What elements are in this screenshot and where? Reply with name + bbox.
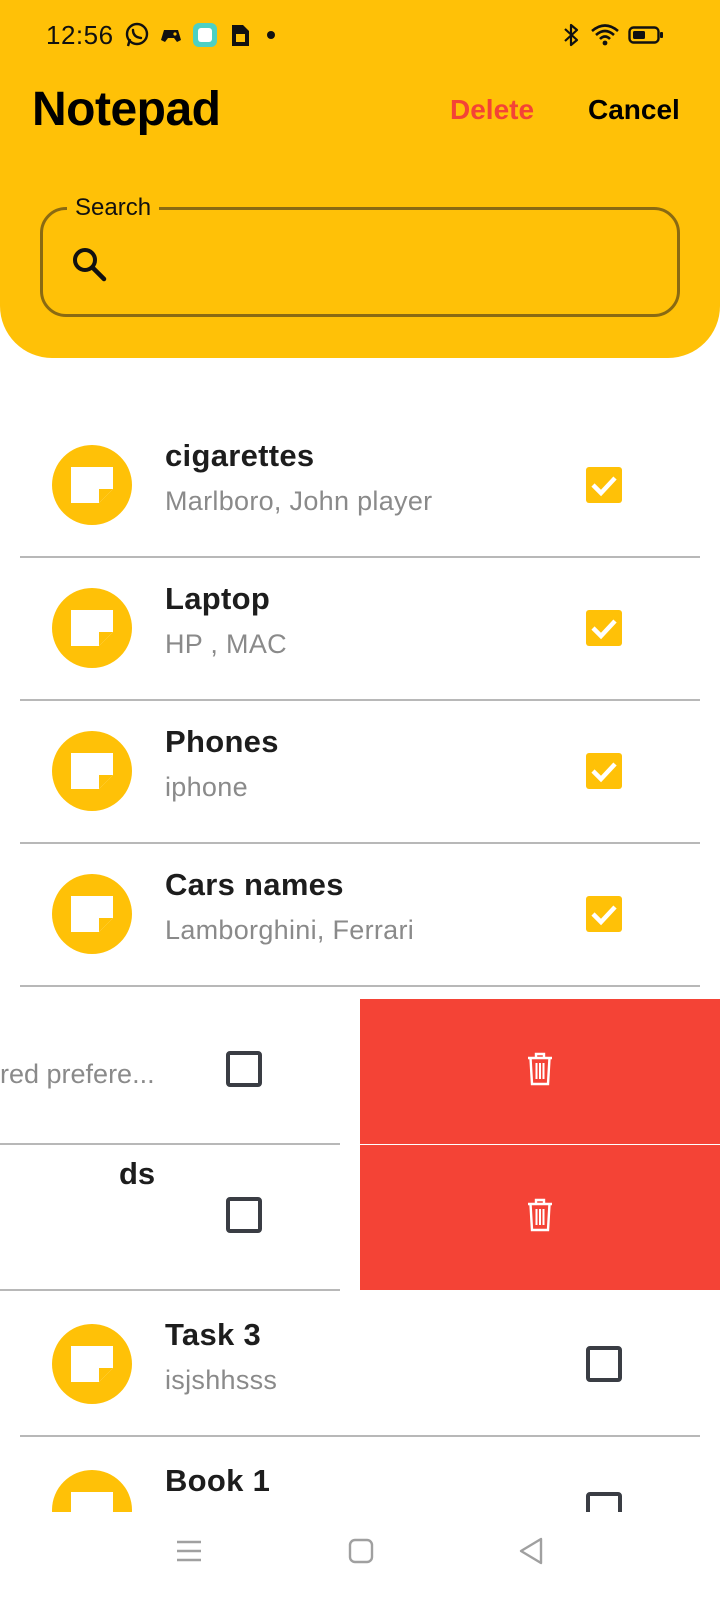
note-icon-circle bbox=[52, 731, 132, 811]
note-subtitle: Lamborghini, Ferrari bbox=[165, 915, 415, 945]
swiped-note-row[interactable]: ds bbox=[0, 1145, 720, 1291]
note-title: cigarettes bbox=[165, 438, 315, 473]
note-checkbox[interactable] bbox=[586, 1346, 622, 1382]
system-nav-bar bbox=[0, 1512, 720, 1600]
note-title: Laptop bbox=[165, 581, 271, 616]
divider bbox=[20, 985, 700, 987]
note-icon-circle bbox=[52, 1324, 132, 1404]
home-square-icon[interactable] bbox=[346, 1536, 376, 1566]
note-checkbox[interactable] bbox=[586, 467, 622, 503]
swiped-note-row[interactable]: red prefere... bbox=[0, 999, 720, 1145]
note-icon-circle bbox=[52, 588, 132, 668]
note-subtitle: red prefere... bbox=[0, 1059, 155, 1089]
swiped-note-content[interactable]: ds bbox=[0, 1145, 360, 1291]
note-row[interactable]: cigarettes Marlboro, John player bbox=[0, 412, 720, 558]
note-title: Cars names bbox=[165, 867, 344, 902]
note-icon bbox=[71, 1346, 113, 1382]
note-icon-circle bbox=[52, 445, 132, 525]
note-subtitle: Marlboro, John player bbox=[165, 486, 433, 516]
note-row[interactable]: Phones iphone bbox=[0, 698, 720, 844]
delete-action[interactable] bbox=[360, 999, 720, 1144]
swiped-note-content[interactable]: red prefere... bbox=[0, 999, 360, 1145]
back-triangle-icon[interactable] bbox=[516, 1536, 546, 1566]
note-title: Task 3 bbox=[165, 1317, 262, 1352]
note-icon bbox=[71, 896, 113, 932]
note-icon bbox=[71, 610, 113, 646]
note-checkbox[interactable] bbox=[586, 1492, 622, 1512]
note-icon bbox=[71, 753, 113, 789]
delete-action[interactable] bbox=[360, 1145, 720, 1290]
note-icon-circle bbox=[52, 1470, 132, 1512]
note-checkbox[interactable] bbox=[586, 896, 622, 932]
note-checkbox[interactable] bbox=[226, 1197, 262, 1233]
note-title: ds bbox=[119, 1156, 156, 1191]
note-title: Phones bbox=[165, 724, 279, 759]
note-icon bbox=[71, 467, 113, 503]
menu-icon[interactable] bbox=[174, 1536, 204, 1566]
note-checkbox[interactable] bbox=[226, 1051, 262, 1087]
note-row[interactable]: Cars names Lamborghini, Ferrari bbox=[0, 841, 720, 987]
trash-icon bbox=[528, 1198, 552, 1232]
note-icon-circle bbox=[52, 874, 132, 954]
note-subtitle: isjshhsss bbox=[165, 1365, 278, 1395]
note-row[interactable]: Book 1 bbox=[0, 1437, 720, 1512]
checkmark-icon bbox=[591, 905, 617, 926]
note-row[interactable]: Laptop HP , MAC bbox=[0, 555, 720, 701]
note-row[interactable]: Task 3 isjshhsss bbox=[0, 1291, 720, 1437]
note-subtitle: HP , MAC bbox=[165, 629, 287, 659]
trash-icon bbox=[528, 1052, 552, 1086]
notes-list: cigarettes Marlboro, John player Laptop … bbox=[0, 0, 720, 1512]
note-icon bbox=[71, 1492, 113, 1512]
note-checkbox[interactable] bbox=[586, 610, 622, 646]
checkmark-icon bbox=[591, 762, 617, 783]
note-title: Book 1 bbox=[165, 1463, 271, 1498]
checkmark-icon bbox=[591, 619, 617, 640]
note-checkbox[interactable] bbox=[586, 753, 622, 789]
note-subtitle: iphone bbox=[165, 772, 248, 802]
checkmark-icon bbox=[591, 476, 617, 497]
